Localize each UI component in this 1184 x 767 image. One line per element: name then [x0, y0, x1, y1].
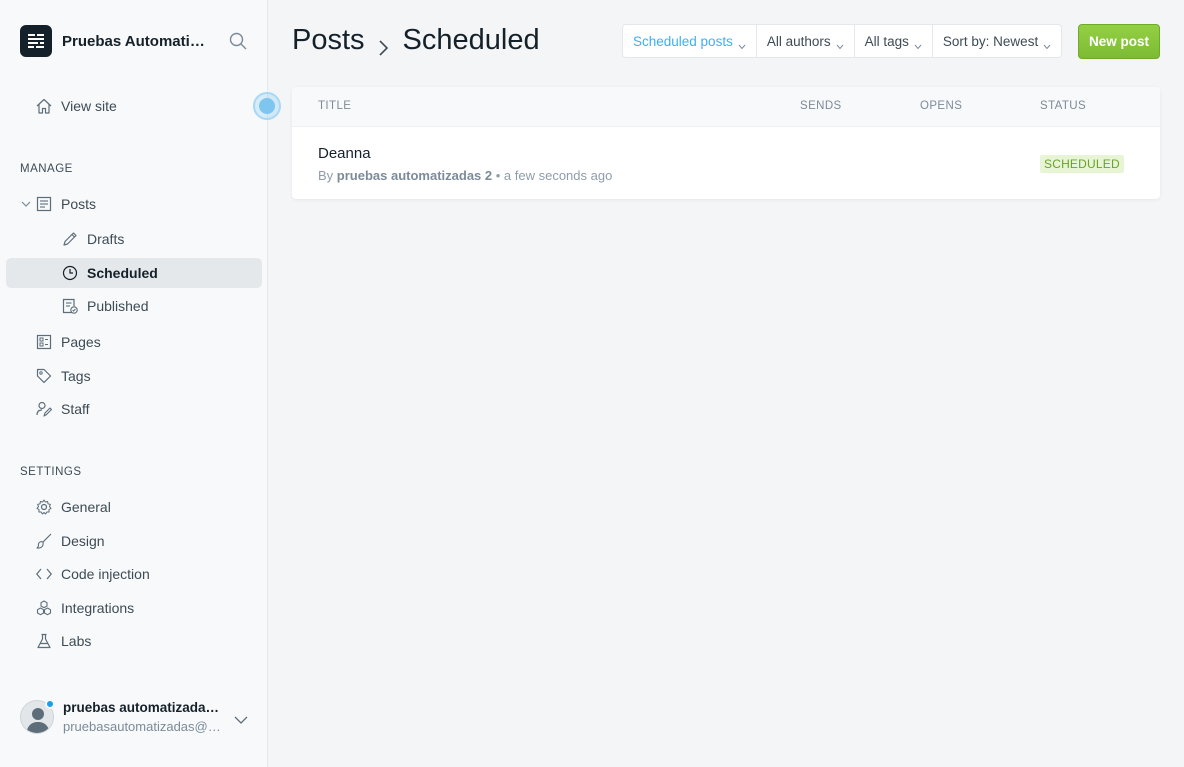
tag-filter-dropdown[interactable]: All tags — [855, 25, 933, 57]
posts-table: TITLE SENDS OPENS STATUS Deanna By prueb… — [292, 87, 1160, 199]
table-row[interactable]: Deanna By pruebas automatizadas 2 • a fe… — [292, 128, 1160, 199]
column-status: STATUS — [1040, 100, 1087, 112]
page-title: Scheduled — [402, 24, 540, 56]
breadcrumb: Posts Scheduled — [292, 24, 540, 57]
post-author: pruebas automatizadas 2 — [336, 168, 493, 183]
onboarding-pulse-indicator[interactable] — [253, 92, 281, 120]
brand[interactable]: Pruebas Automatizadas — [20, 25, 212, 57]
post-by: By — [318, 168, 334, 183]
post-title[interactable]: Deanna — [318, 145, 371, 162]
settings-section-title: SETTINGS — [20, 466, 82, 478]
nav-tags[interactable]: Tags — [6, 361, 262, 391]
author-filter-label: All authors — [766, 33, 831, 49]
flask-icon — [36, 633, 52, 649]
user-menu[interactable]: pruebas automatizadas 2 pruebasautomatiz… — [20, 698, 260, 738]
nav-drafts[interactable]: Drafts — [6, 224, 262, 254]
nav-drafts-label: Drafts — [87, 231, 125, 247]
chevron-down-icon[interactable] — [20, 197, 32, 209]
tag-filter-label: All tags — [864, 33, 909, 49]
gear-icon — [36, 499, 52, 515]
column-sends: SENDS — [800, 100, 842, 112]
breadcrumb-posts[interactable]: Posts — [292, 24, 365, 57]
search-icon[interactable] — [229, 32, 247, 50]
nav-integrations-label: Integrations — [61, 600, 135, 616]
type-filter-label: Scheduled posts — [633, 33, 733, 49]
pulse-dot — [259, 98, 275, 114]
nav-general[interactable]: General — [6, 492, 262, 522]
column-opens: OPENS — [920, 100, 963, 112]
nav-code-injection-label: Code injection — [61, 566, 150, 582]
author-filter-dropdown[interactable]: All authors — [757, 25, 855, 57]
nav-published[interactable]: Published — [6, 291, 262, 321]
chevron-down-icon[interactable] — [234, 712, 248, 724]
code-icon — [36, 566, 52, 582]
nav-scheduled-label: Scheduled — [87, 265, 158, 281]
nav-code-injection[interactable]: Code injection — [6, 559, 262, 589]
site-name: Pruebas Automatizadas — [62, 32, 212, 50]
chevron-down-icon — [836, 38, 844, 50]
post-time: • a few seconds ago — [495, 168, 613, 183]
user-name: pruebas automatizadas 2 — [63, 700, 223, 715]
nav-staff-label: Staff — [61, 401, 90, 417]
nav-pages[interactable]: Pages — [6, 327, 262, 357]
nav-view-site[interactable]: View site — [6, 91, 262, 121]
nav-scheduled[interactable]: Scheduled — [6, 258, 262, 288]
column-title: TITLE — [318, 100, 352, 112]
nav-design[interactable]: Design — [6, 526, 262, 556]
nav-staff[interactable]: Staff — [6, 394, 262, 424]
sort-label: Sort by: Newest — [942, 33, 1039, 49]
nav-posts[interactable]: Posts — [6, 189, 262, 219]
nav-labs[interactable]: Labs — [6, 626, 262, 656]
nav-tags-label: Tags — [61, 368, 91, 384]
posts-icon — [36, 196, 52, 212]
pages-icon — [36, 334, 52, 350]
user-email: pruebasautomatizadas@uniandes.edu.co — [63, 719, 223, 734]
integrations-icon — [36, 600, 52, 616]
sort-dropdown[interactable]: Sort by: Newest — [933, 25, 1061, 57]
nav-view-site-label: View site — [61, 98, 117, 114]
chevron-down-icon — [914, 38, 922, 50]
nav-published-label: Published — [87, 298, 149, 314]
sidebar: Pruebas Automatizadas View site MANAGE P… — [0, 0, 268, 767]
chevron-down-icon — [738, 38, 746, 50]
notification-dot — [45, 699, 55, 709]
pencil-icon — [62, 231, 78, 247]
chevron-right-icon — [377, 32, 391, 56]
published-icon — [62, 298, 78, 314]
nav-integrations[interactable]: Integrations — [6, 593, 262, 623]
table-header: TITLE SENDS OPENS STATUS — [292, 87, 1160, 127]
brush-icon — [36, 533, 52, 549]
nav-general-label: General — [61, 499, 111, 515]
post-meta: By pruebas automatizadas 2 • a few secon… — [318, 168, 612, 183]
nav-posts-label: Posts — [61, 196, 97, 212]
nav-pages-label: Pages — [61, 334, 101, 350]
tag-icon — [36, 368, 52, 384]
nav-labs-label: Labs — [61, 633, 92, 649]
manage-section-title: MANAGE — [20, 163, 73, 175]
brand-logo-icon — [20, 25, 52, 57]
clock-icon — [62, 265, 78, 281]
nav-design-label: Design — [61, 533, 105, 549]
new-post-button[interactable]: New post — [1078, 24, 1160, 59]
home-icon — [36, 98, 52, 114]
type-filter-dropdown[interactable]: Scheduled posts — [623, 25, 757, 57]
status-badge: SCHEDULED — [1040, 155, 1124, 173]
staff-icon — [36, 401, 53, 417]
chevron-down-icon — [1043, 38, 1051, 50]
filter-bar: Scheduled posts All authors All tags Sor… — [622, 24, 1063, 58]
